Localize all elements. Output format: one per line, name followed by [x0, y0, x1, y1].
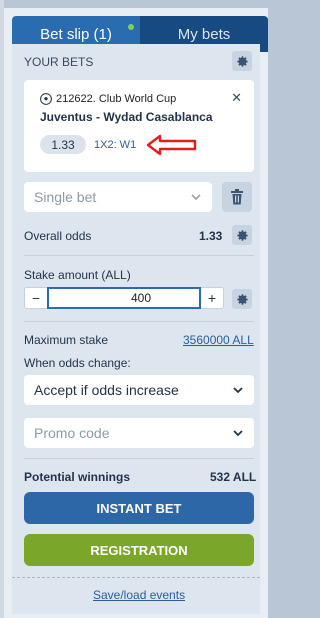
event-league: 212622. Club World Cup [40, 93, 176, 105]
stake-settings-button[interactable] [232, 289, 252, 309]
chevron-down-icon [233, 387, 243, 394]
gear-icon [236, 229, 248, 241]
chevron-down-icon [191, 194, 201, 201]
bet-type-value: Single bet [34, 189, 97, 205]
divider [24, 321, 254, 322]
promo-code-select[interactable]: Promo code [24, 418, 254, 448]
stake-decrease-button[interactable]: − [25, 287, 47, 309]
overall-odds-value: 1.33 [199, 229, 223, 243]
soccer-ball-icon [40, 93, 52, 105]
dashed-divider [12, 577, 260, 578]
notification-dot [128, 24, 134, 30]
gear-icon [236, 55, 248, 67]
close-icon[interactable]: ✕ [231, 90, 242, 106]
annotation-arrow-icon [146, 134, 197, 156]
event-odds: 1.33 [40, 135, 86, 154]
your-bets-title: YOUR BETS [24, 55, 94, 69]
save-load-events-link[interactable]: Save/load events [93, 588, 185, 602]
bets-settings-button[interactable] [232, 51, 252, 71]
stake-stepper: − + [24, 287, 224, 309]
stake-increase-button[interactable]: + [201, 287, 223, 309]
odds-settings-button[interactable] [232, 225, 252, 245]
delete-bets-button[interactable] [222, 182, 252, 212]
event-market: 1X2: W1 [94, 139, 137, 151]
potential-winnings-value: 532 ALL [210, 470, 257, 484]
promo-code-placeholder: Promo code [34, 425, 110, 441]
gear-icon [236, 293, 248, 305]
max-stake-link[interactable]: 3560000 ALL [183, 333, 254, 347]
odds-change-select[interactable]: Accept if odds increase [24, 375, 254, 405]
divider [24, 458, 254, 459]
event-league-label: 212622. Club World Cup [56, 93, 177, 105]
event-match: Juventus - Wydad Casablanca [40, 110, 213, 124]
bet-event-card: 212622. Club World Cup Juventus - Wydad … [24, 80, 254, 172]
instant-bet-button[interactable]: INSTANT BET [24, 492, 254, 524]
trash-icon [231, 189, 243, 205]
tab-bet-slip-label: Bet slip (1) [40, 25, 112, 43]
overall-odds-label: Overall odds [24, 229, 92, 243]
max-stake-label: Maximum stake [24, 333, 109, 347]
stake-label: Stake amount (ALL) [24, 268, 131, 282]
chevron-down-icon [233, 430, 243, 437]
registration-button[interactable]: REGISTRATION [24, 534, 254, 566]
stake-input[interactable] [47, 287, 201, 309]
odds-change-label: When odds change: [24, 356, 131, 370]
divider [24, 255, 254, 256]
potential-winnings-label: Potential winnings [24, 470, 131, 484]
bet-type-select[interactable]: Single bet [24, 182, 212, 212]
odds-change-value: Accept if odds increase [34, 382, 179, 398]
tab-my-bets-label: My bets [177, 25, 231, 43]
